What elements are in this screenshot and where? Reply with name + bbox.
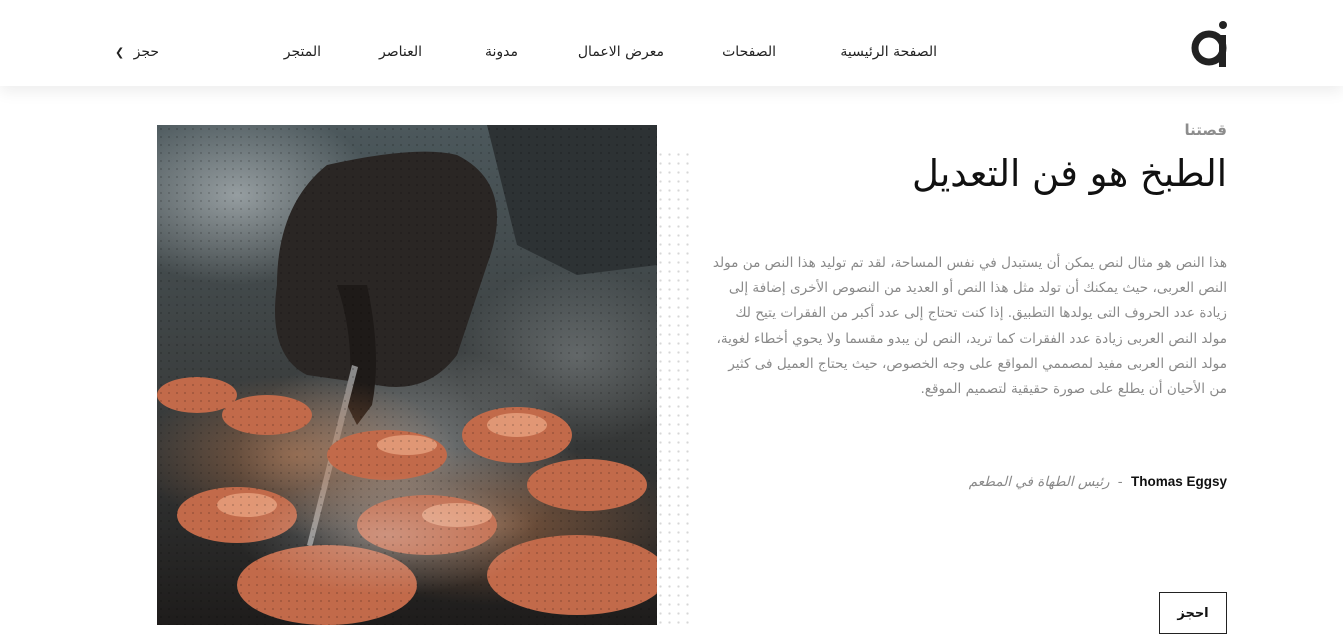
section-eyebrow: قصتنا xyxy=(1184,121,1227,139)
grill-photo xyxy=(157,125,657,625)
nav-elements[interactable]: العناصر xyxy=(379,44,422,60)
book-button[interactable]: احجز xyxy=(1159,592,1227,634)
chef-name: Thomas Eggsy xyxy=(1130,474,1227,489)
site-header: الصفحة الرئيسية الصفحات معرض الاعمال مدو… xyxy=(0,0,1343,86)
header-book-link[interactable]: حجز ❯ xyxy=(115,44,159,60)
nav-home[interactable]: الصفحة الرئيسية xyxy=(840,44,937,60)
section-title: الطبخ هو فن التعديل xyxy=(911,152,1227,195)
book-link-label: حجز xyxy=(133,44,160,60)
nav-blog[interactable]: مدونة xyxy=(485,44,518,60)
nav-portfolio[interactable]: معرض الاعمال xyxy=(578,44,664,60)
section-paragraph: هذا النص هو مثال لنص يمكن أن يستبدل في ن… xyxy=(712,255,1227,398)
chevron-left-icon: ❯ xyxy=(115,46,125,59)
signature-separator: - xyxy=(1117,474,1123,490)
chef-role: رئيس الطهاة في المطعم xyxy=(968,474,1110,490)
logo-mark[interactable] xyxy=(1190,20,1230,68)
chef-signature: Thomas Eggsy - رئيس الطهاة في المطعم xyxy=(969,474,1227,490)
nav-shop[interactable]: المتجر xyxy=(284,44,321,60)
nav-pages[interactable]: الصفحات xyxy=(722,44,776,60)
